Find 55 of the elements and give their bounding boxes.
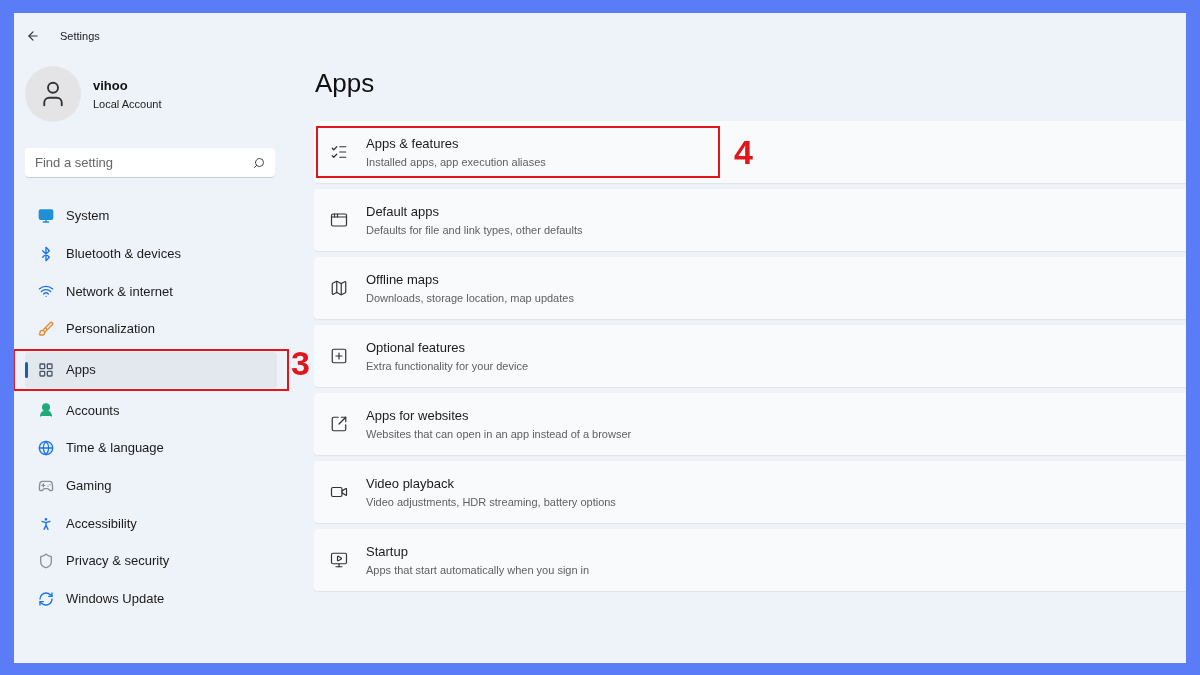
accessibility-icon	[38, 515, 54, 532]
nav-item[interactable]: Accounts	[25, 392, 277, 429]
wifi-icon	[38, 283, 54, 300]
card-title: Apps for websites	[366, 407, 470, 425]
nav-item[interactable]: Accessibility	[25, 505, 277, 542]
card-title: Default apps	[366, 203, 440, 221]
open-external-icon	[330, 415, 348, 433]
account-name: vihoo	[93, 77, 129, 95]
map-icon	[330, 279, 348, 297]
settings-card[interactable]: Startup Apps that start automatically when you sign in	[314, 529, 1186, 591]
callout-number: 3	[291, 345, 310, 380]
search-field[interactable]: Find a setting	[25, 148, 275, 178]
card-subtitle: Apps that start automatically when you sign in	[366, 562, 590, 578]
selection-indicator	[25, 361, 28, 378]
grid-plus-icon	[330, 347, 348, 365]
settings-card[interactable]: Offline maps Downloads, storage location, map updates	[314, 257, 1186, 319]
card-title: Offline maps	[366, 271, 440, 289]
search-icon	[253, 157, 265, 169]
person-icon	[38, 402, 54, 419]
back-icon[interactable]	[26, 29, 40, 43]
globe-icon	[38, 440, 54, 457]
nav-item[interactable]: Gaming	[25, 467, 277, 504]
nav-item[interactable]: Windows Update	[25, 580, 277, 617]
card-subtitle: Websites that can open in an app instead of a browser	[366, 426, 632, 442]
card-title: Optional features	[366, 339, 466, 357]
update-icon	[38, 590, 54, 607]
apps-icon	[38, 361, 54, 378]
brush-icon	[38, 321, 54, 338]
card-title: Startup	[366, 543, 409, 561]
nav-item[interactable]: Privacy & security	[25, 543, 277, 580]
card-subtitle: Video adjustments, HDR streaming, battery options	[366, 494, 616, 510]
nav-item[interactable]: Time & language	[25, 430, 277, 467]
window-title: Settings	[60, 28, 100, 44]
settings-card[interactable]: Default apps Defaults for file and link types, other defaults	[314, 189, 1186, 251]
shield-icon	[38, 553, 54, 570]
card-subtitle: Downloads, storage location, map updates	[366, 290, 574, 306]
nav-item[interactable]: Bluetooth & devices	[25, 235, 277, 272]
card-subtitle: Installed apps, app execution aliases	[366, 154, 546, 170]
monitor-icon	[38, 208, 54, 224]
account-type: Local Account	[93, 96, 162, 112]
settings-card[interactable]: Video playback Video adjustments, HDR streaming, battery options	[314, 461, 1186, 523]
page-title: Apps	[315, 67, 376, 100]
nav-item[interactable]: Network & internet	[25, 273, 277, 310]
nav-item[interactable]: System	[25, 198, 277, 234]
list-icon	[330, 143, 348, 161]
nav-item[interactable]: Apps	[25, 351, 277, 388]
window-play-icon	[330, 551, 348, 569]
callout-number: 4	[734, 135, 753, 169]
card-title: Apps & features	[366, 135, 460, 153]
card-title: Video playback	[366, 475, 455, 493]
settings-card[interactable]: Optional features Extra functionality for your device	[314, 325, 1186, 387]
card-subtitle: Extra functionality for your device	[366, 358, 529, 374]
nav-item[interactable]: Personalization	[25, 311, 277, 348]
card-subtitle: Defaults for file and link types, other defaults	[366, 222, 583, 238]
settings-card[interactable]: Apps for websites Websites that can open in an app instead of a browser	[314, 393, 1186, 455]
